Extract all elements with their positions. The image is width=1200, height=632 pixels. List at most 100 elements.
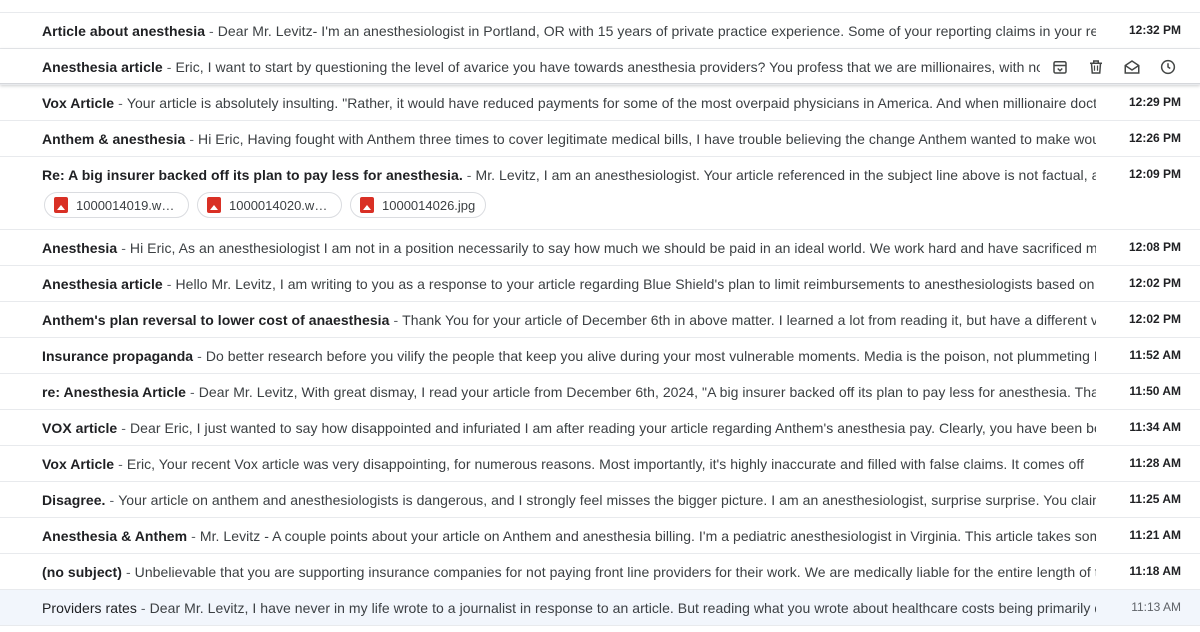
email-subject: Providers rates — [42, 599, 137, 616]
email-snippet: Hello Mr. Levitz, I am writing to you as… — [175, 275, 1096, 292]
email-snippet: Dear Mr. Levitz, With great dismay, I re… — [198, 383, 1096, 400]
attachment-name: 1000014026.jpg — [382, 197, 476, 213]
email-row-content: Re: A big insurer backed off its plan to… — [42, 157, 1096, 192]
delete-icon — [1087, 58, 1105, 76]
email-subject: re: Anesthesia Article — [42, 383, 187, 400]
archive-button[interactable] — [1044, 51, 1076, 83]
email-snippet: Dear Eric, I just wanted to say how disa… — [129, 419, 1096, 436]
email-row[interactable]: Insurance propaganda - Do better research … — [0, 338, 1200, 374]
email-row[interactable]: Disagree. - Your article on anthem and ane… — [0, 482, 1200, 518]
email-row[interactable]: re: Anesthesia Article - Dear Mr. Levitz, … — [0, 374, 1200, 410]
email-snippet: Eric, I want to start by questioning the… — [175, 58, 1040, 75]
email-row[interactable]: Anesthesia & Anthem - Mr. Levitz - A coupl… — [0, 518, 1200, 554]
email-snippet: Thank You for your article of December 6… — [402, 311, 1096, 328]
inbox-list: Article about anesthesia - Dear Mr. Levitz… — [0, 0, 1200, 632]
email-row[interactable]: Anesthesia article - Eric, I want to start… — [0, 49, 1200, 85]
subject-separator: - — [190, 383, 195, 400]
email-time: 11:25 AM — [1129, 492, 1181, 506]
email-row-content: Vox Article - Eric, Your recent Vox articl… — [42, 446, 1096, 481]
toolbar-strip — [0, 0, 1200, 13]
email-snippet: Your article on anthem and anesthesiolog… — [118, 491, 1096, 508]
snooze-icon — [1159, 58, 1177, 76]
mark-unread-button[interactable] — [1116, 51, 1148, 83]
email-time: 12:02 PM — [1128, 312, 1181, 326]
email-subject: Anesthesia article — [42, 275, 163, 292]
email-subject: (no subject) — [42, 563, 122, 580]
email-row[interactable]: VOX article - Dear Eric, I just wanted to … — [0, 410, 1200, 446]
email-row-content: Insurance propaganda - Do better research … — [42, 338, 1096, 373]
attachment-name: 1000014020.webp — [229, 197, 331, 213]
subject-separator: - — [166, 275, 172, 292]
subject-separator: - — [393, 311, 399, 328]
image-file-icon — [207, 197, 221, 213]
email-subject: Vox Article — [42, 94, 115, 111]
email-time: 11:21 AM — [1129, 528, 1181, 542]
attachment-chip[interactable]: 1000014020.webp — [197, 192, 342, 218]
email-row[interactable]: Vox Article - Your article is absolutely i… — [0, 85, 1200, 121]
email-row-content: VOX article - Dear Eric, I just wanted to … — [42, 410, 1096, 445]
email-row[interactable]: Anesthesia article - Hello Mr. Levitz, I a… — [0, 266, 1200, 302]
email-row[interactable]: Anthem's plan reversal to lower cost of … — [0, 302, 1200, 338]
row-hover-actions — [1044, 49, 1184, 84]
subject-separator: - — [209, 22, 214, 39]
subject-separator: - — [466, 166, 472, 183]
email-row[interactable]: Article about anesthesia - Dear Mr. Levitz… — [0, 13, 1200, 49]
email-snippet: Eric, Your recent Vox article was very d… — [126, 455, 1084, 472]
attachment-name: 1000014019.webp — [76, 197, 178, 213]
email-time: 11:52 AM — [1129, 348, 1181, 362]
email-subject: Anthem & anesthesia — [42, 130, 186, 147]
email-subject: Re: A big insurer backed off its plan to… — [42, 166, 463, 183]
email-subject: Vox Article — [42, 455, 115, 472]
image-file-icon — [54, 197, 68, 213]
email-subject: VOX article — [42, 419, 118, 436]
email-row[interactable]: Providers rates - Dear Mr. Levitz, I have … — [0, 590, 1200, 626]
subject-separator: - — [191, 527, 196, 544]
snooze-button[interactable] — [1152, 51, 1184, 83]
email-subject: Article about anesthesia — [42, 22, 206, 39]
email-row-content: Providers rates - Dear Mr. Levitz, I have … — [42, 590, 1096, 625]
email-row-content: Vox Article - Your article is absolutely i… — [42, 85, 1096, 120]
archive-icon — [1051, 58, 1069, 76]
delete-button[interactable] — [1080, 51, 1112, 83]
email-subject: Anesthesia — [42, 239, 118, 256]
email-snippet: Dear Mr. Levitz- I'm an anesthesiologist… — [217, 22, 1096, 39]
email-snippet: Hi Eric, As an anesthesiologist I am not… — [129, 239, 1096, 256]
email-row[interactable]: Re: A big insurer backed off its plan to… — [0, 157, 1200, 230]
email-row[interactable]: Anesthesia - Hi Eric, As an anesthesiologi… — [0, 230, 1200, 266]
email-row-content: (no subject) - Unbelievable that you are s… — [42, 554, 1096, 589]
email-row-content: Anesthesia article - Hello Mr. Levitz, I a… — [42, 266, 1096, 301]
email-time: 12:09 PM — [1128, 167, 1181, 181]
mark-unread-icon — [1123, 58, 1141, 76]
email-subject: Anthem's plan reversal to lower cost of … — [42, 311, 390, 328]
email-subject: Insurance propaganda — [42, 347, 194, 364]
attachment-chips: 1000014019.webp 1000014020.webp 1000014026… — [44, 192, 487, 218]
email-time: 12:26 PM — [1128, 131, 1181, 145]
email-row[interactable]: Anthem & anesthesia - Hi Eric, Having foug… — [0, 121, 1200, 157]
subject-separator: - — [140, 599, 146, 616]
email-time: 11:13 AM — [1131, 600, 1181, 614]
email-snippet: Hi Eric, Having fought with Anthem three… — [198, 130, 1096, 147]
email-row-content: Disagree. - Your article on anthem and ane… — [42, 482, 1096, 517]
email-time: 11:18 AM — [1129, 564, 1181, 578]
email-row-content: Anthem's plan reversal to lower cost of … — [42, 302, 1096, 337]
email-snippet: Do better research before you vilify the… — [205, 347, 1096, 364]
email-time: 12:29 PM — [1128, 95, 1181, 109]
email-snippet: Dear Mr. Levitz, I have never in my life… — [149, 599, 1096, 616]
email-rows: Article about anesthesia - Dear Mr. Levitz… — [0, 13, 1200, 626]
email-time: 12:32 PM — [1128, 23, 1181, 37]
email-time: 11:28 AM — [1129, 456, 1181, 470]
email-row-content: Anesthesia - Hi Eric, As an anesthesiologi… — [42, 230, 1096, 265]
email-row[interactable]: (no subject) - Unbelievable that you are s… — [0, 554, 1200, 590]
image-file-icon — [360, 197, 374, 213]
email-snippet: Mr. Levitz - A couple points about your … — [199, 527, 1096, 544]
email-subject: Disagree. — [42, 491, 106, 508]
email-row[interactable]: Vox Article - Eric, Your recent Vox articl… — [0, 446, 1200, 482]
attachment-chip[interactable]: 1000014019.webp — [44, 192, 189, 218]
subject-separator: - — [109, 491, 115, 508]
attachment-chip[interactable]: 1000014026.jpg — [350, 192, 487, 218]
email-row-content: Anthem & anesthesia - Hi Eric, Having foug… — [42, 121, 1096, 156]
email-time: 12:08 PM — [1128, 240, 1181, 254]
email-snippet: Unbelievable that you are supporting ins… — [134, 563, 1096, 580]
email-time: 11:50 AM — [1129, 384, 1181, 398]
email-time: 12:02 PM — [1128, 276, 1181, 290]
